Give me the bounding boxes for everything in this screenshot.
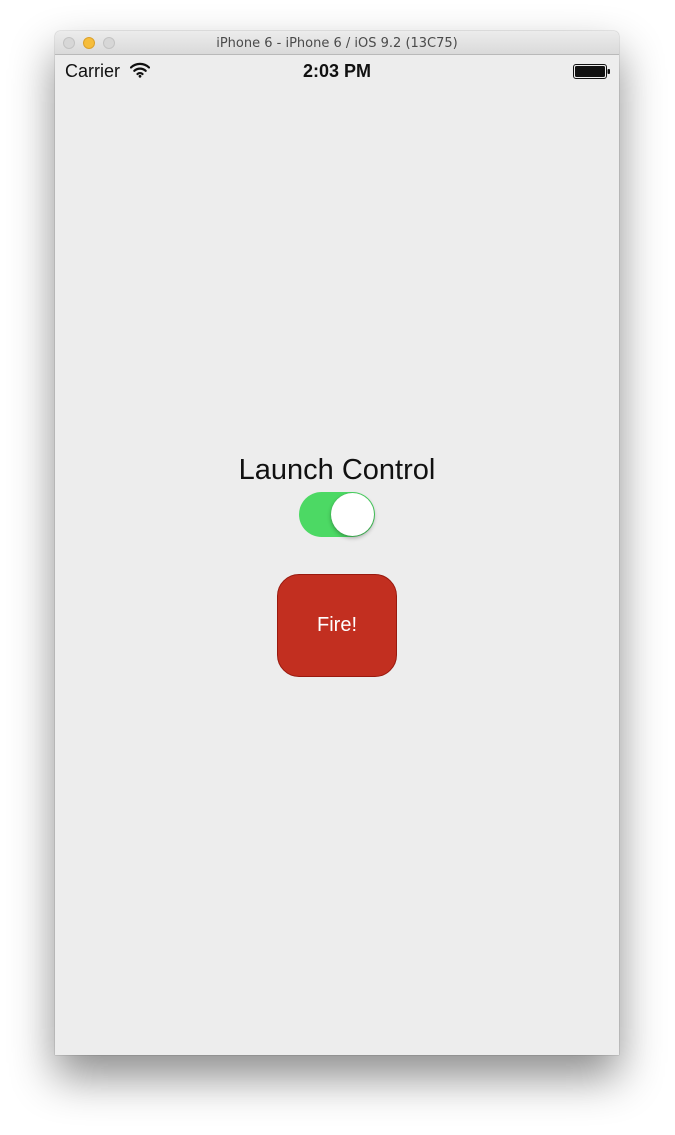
fire-button[interactable]: Fire! [277,574,397,677]
status-time: 2:03 PM [302,61,372,81]
page-title: Launch Control [238,454,436,486]
title-bar[interactable]: iPhone 6 - iPhone 6 / iOS 9.2 (13C75) [55,31,619,55]
simulator-window: iPhone 6 - iPhone 6 / iOS 9.2 (13C75) Ca… [55,31,619,1055]
battery-icon [573,64,610,79]
toggle-knob[interactable] [331,493,374,536]
status-bar: Carrier 2:03 PM [55,55,619,87]
window-title: iPhone 6 - iPhone 6 / iOS 9.2 (13C75) [216,36,458,51]
fire-button-label: Fire! [317,614,357,636]
launch-toggle-switch[interactable] [299,492,375,537]
device-screen: Carrier 2:03 PM Launch Control Fire! [55,55,619,1055]
